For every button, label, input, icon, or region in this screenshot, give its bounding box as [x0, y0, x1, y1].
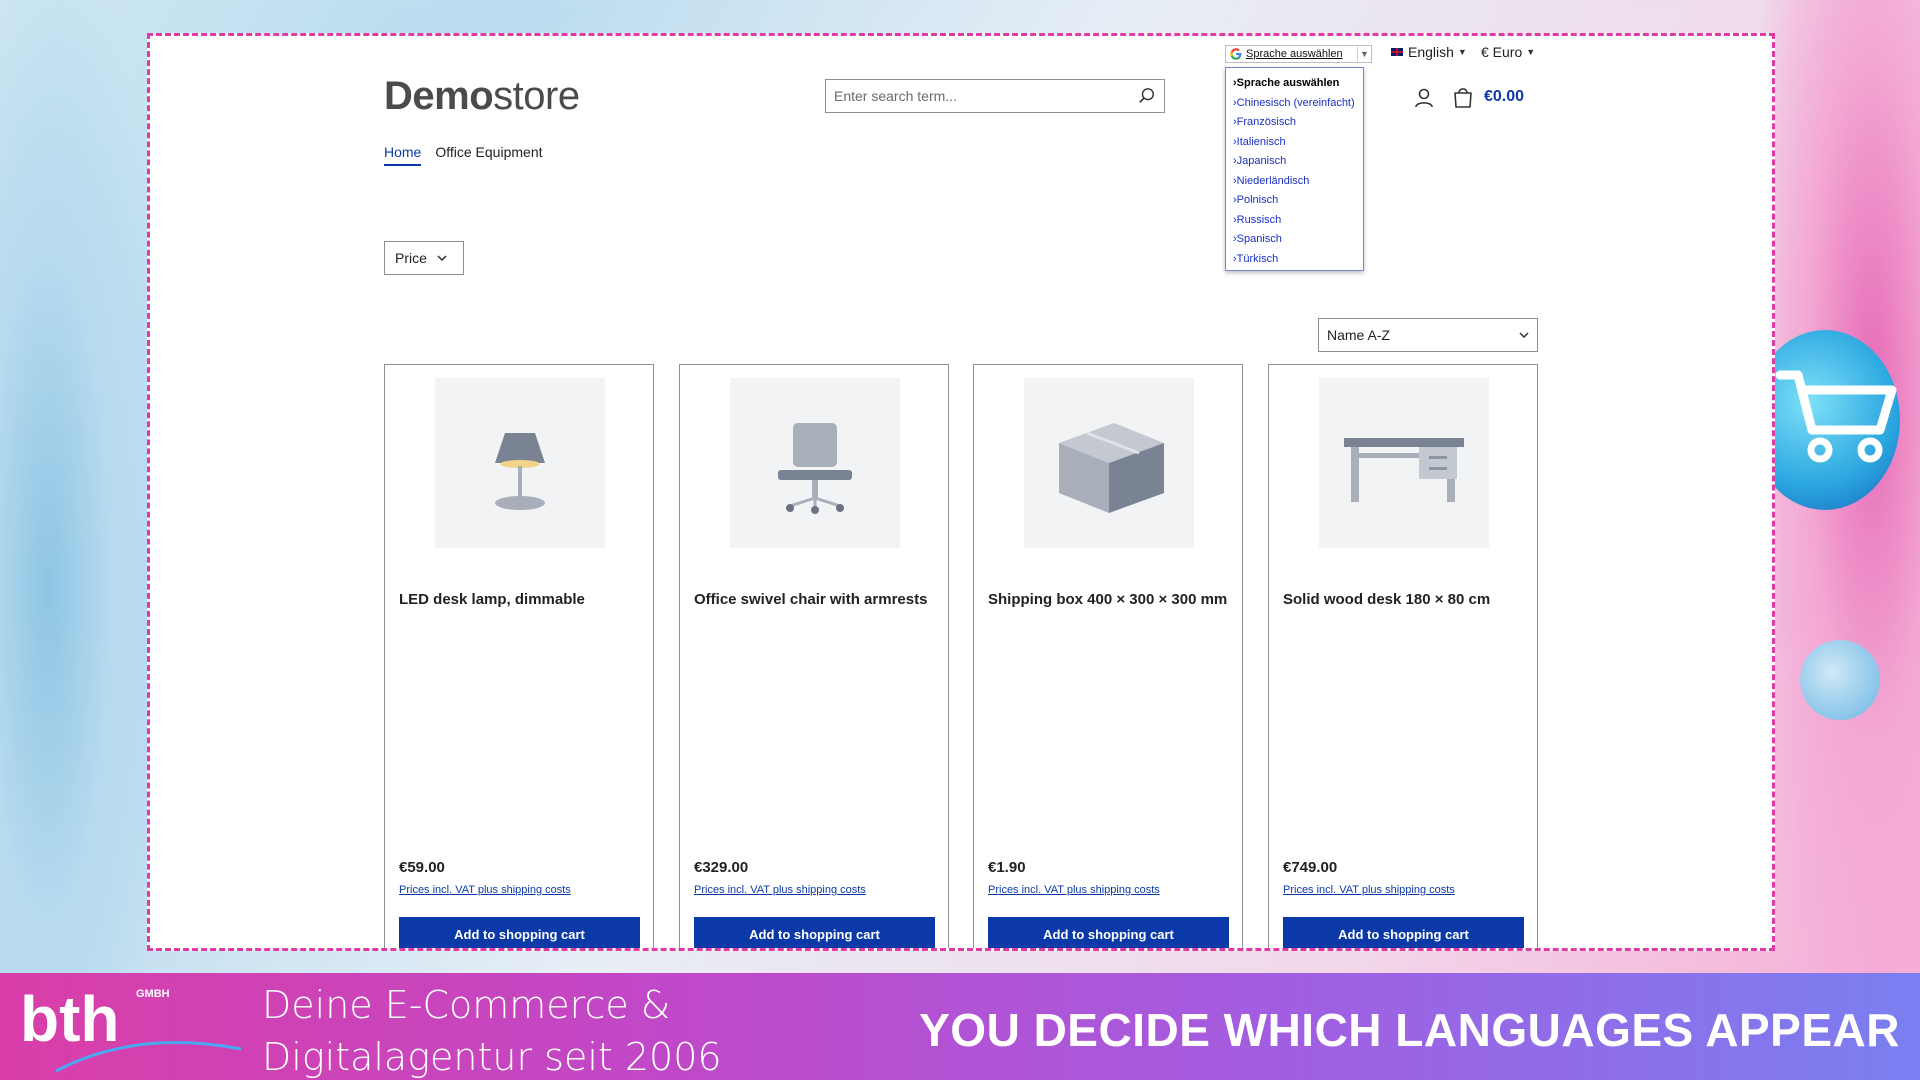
chair-icon [778, 423, 852, 514]
translate-option[interactable]: ›Russisch [1233, 211, 1363, 231]
storefront-frame: Demostore Enter search term... Sprache a… [147, 33, 1775, 951]
dropdown-arrow-icon[interactable]: ▼ [1357, 47, 1371, 61]
search-placeholder: Enter search term... [834, 88, 957, 104]
vat-shipping-link[interactable]: Prices incl. VAT plus shipping costs [1283, 884, 1455, 896]
agency-tagline: Deine E-Commerce & Digitalagentur seit 2… [262, 979, 722, 1080]
bth-logo: bth GMBH [20, 983, 242, 1073]
add-to-cart-button[interactable]: Add to shopping cart [1283, 917, 1524, 948]
product-card[interactable]: LED desk lamp, dimmable €59.00 Prices in… [384, 364, 654, 948]
uk-flag-icon [1390, 47, 1404, 57]
tagline-line-2: Digitalagentur seit 2006 [262, 1035, 722, 1079]
product-image[interactable] [1319, 378, 1489, 548]
translate-option[interactable]: ›Polnisch [1233, 191, 1363, 211]
product-image[interactable] [435, 378, 605, 548]
product-name[interactable]: Shipping box 400 × 300 × 300 mm [988, 590, 1228, 609]
nav-item-home[interactable]: Home [384, 144, 422, 166]
translate-option[interactable]: ›Italienisch [1233, 133, 1363, 153]
store-logo[interactable]: Demostore [384, 74, 580, 119]
vat-shipping-link[interactable]: Prices incl. VAT plus shipping costs [694, 884, 866, 896]
product-price: €749.00 [1283, 859, 1338, 876]
account-icon[interactable] [1413, 87, 1435, 109]
currency-label: € Euro [1481, 44, 1523, 60]
product-image[interactable] [730, 378, 900, 548]
google-icon [1230, 48, 1242, 60]
chevron-down-icon: ▼ [1526, 47, 1536, 57]
add-to-cart-button[interactable]: Add to shopping cart [694, 917, 935, 948]
product-price: €59.00 [399, 859, 445, 876]
translate-option[interactable]: ›Chinesisch (vereinfacht) [1233, 94, 1363, 114]
lamp-icon [495, 433, 545, 510]
product-card[interactable]: Office swivel chair with armrests €329.0… [679, 364, 949, 948]
desk-icon [1344, 438, 1464, 502]
logo-bold-text: Demo [384, 74, 494, 118]
price-filter-dropdown[interactable]: Price [384, 241, 464, 275]
product-price: €1.90 [988, 859, 1026, 876]
decorative-cart-icon [1775, 370, 1897, 463]
search-icon[interactable] [1138, 87, 1156, 105]
svg-text:bth: bth [20, 983, 120, 1055]
cart-icon[interactable] [1452, 85, 1474, 109]
chevron-down-icon [437, 255, 447, 261]
background-left [0, 0, 160, 980]
translate-language-menu: ›Sprache auswählen ›Chinesisch (vereinfa… [1225, 67, 1364, 271]
vat-shipping-link[interactable]: Prices incl. VAT plus shipping costs [988, 884, 1160, 896]
banner-headline: YOU DECIDE WHICH LANGUAGES APPEAR [919, 1004, 1900, 1056]
translate-option[interactable]: ›Sprache auswählen [1233, 74, 1363, 94]
add-to-cart-button[interactable]: Add to shopping cart [399, 917, 640, 948]
product-price: €329.00 [694, 859, 749, 876]
translate-option[interactable]: ›Japanisch [1233, 152, 1363, 172]
box-icon [1059, 423, 1164, 513]
translate-label: Sprache auswählen [1246, 48, 1343, 60]
translate-option[interactable]: ›Türkisch [1233, 250, 1363, 270]
logo-light-text: store [493, 74, 580, 118]
main-navigation: Home Office Equipment [384, 144, 543, 166]
svg-text:GMBH: GMBH [136, 988, 170, 1000]
cart-total[interactable]: €0.00 [1484, 88, 1524, 106]
vat-shipping-link[interactable]: Prices incl. VAT plus shipping costs [399, 884, 571, 896]
translate-option[interactable]: ›Spanisch [1233, 230, 1363, 250]
language-switcher[interactable]: English ▼ [1390, 44, 1467, 60]
language-label: English [1408, 44, 1454, 60]
chevron-down-icon: ▼ [1457, 47, 1467, 57]
product-name[interactable]: LED desk lamp, dimmable [399, 590, 639, 609]
search-input[interactable]: Enter search term... [825, 79, 1165, 113]
product-card[interactable]: Shipping box 400 × 300 × 300 mm €1.90 Pr… [973, 364, 1243, 948]
add-to-cart-button[interactable]: Add to shopping cart [988, 917, 1229, 948]
product-name[interactable]: Office swivel chair with armrests [694, 590, 934, 609]
decorative-bubble [1800, 640, 1880, 720]
product-image[interactable] [1024, 378, 1194, 548]
product-name[interactable]: Solid wood desk 180 × 80 cm [1283, 590, 1523, 609]
sort-dropdown[interactable]: Name A-Z [1318, 318, 1538, 352]
tagline-line-1: Deine E-Commerce & [262, 983, 671, 1027]
promo-banner: bth GMBH Deine E-Commerce & Digitalagent… [0, 973, 1920, 1080]
chevron-down-icon [1519, 332, 1529, 338]
nav-item-office-equipment[interactable]: Office Equipment [435, 144, 542, 166]
sort-label: Name A-Z [1327, 327, 1391, 343]
currency-switcher[interactable]: € Euro ▼ [1481, 44, 1535, 60]
translate-option[interactable]: ›Französisch [1233, 113, 1363, 133]
price-filter-label: Price [395, 250, 427, 266]
google-translate-select[interactable]: Sprache auswählen ▼ [1225, 45, 1372, 63]
translate-option[interactable]: ›Niederländisch [1233, 172, 1363, 192]
product-card[interactable]: Solid wood desk 180 × 80 cm €749.00 Pric… [1268, 364, 1538, 948]
